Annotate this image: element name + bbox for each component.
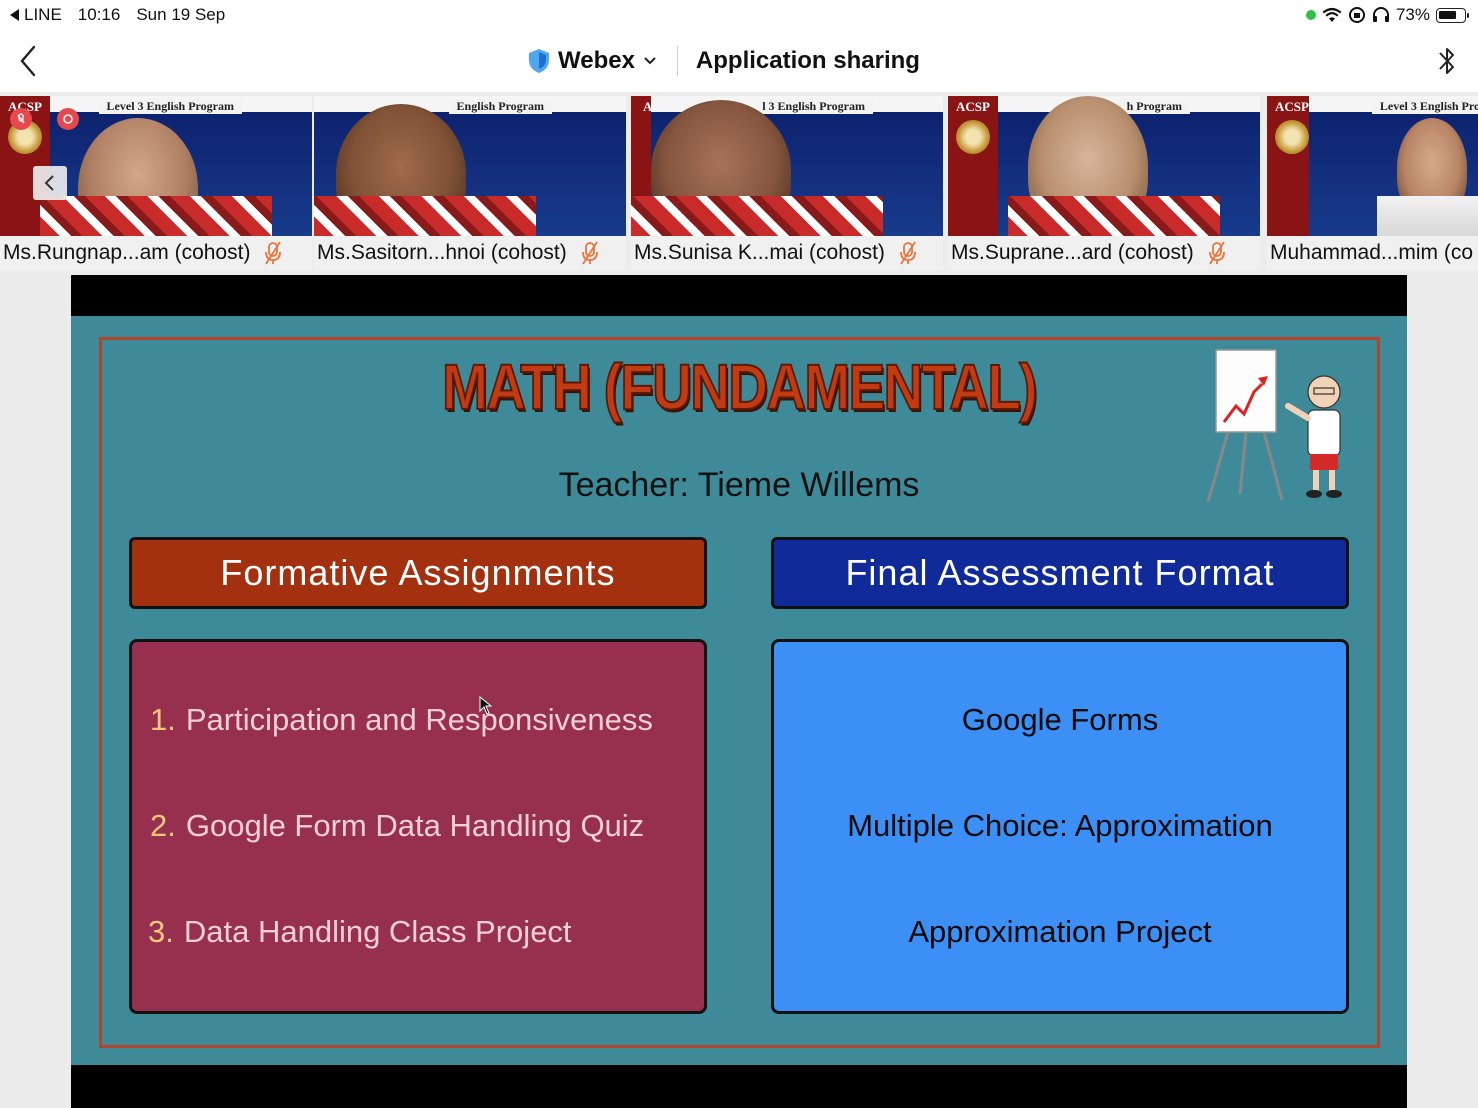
video-banner-text: Level 3 English Pro [1371,99,1478,114]
list-item: 3. Data Handling Class Project [148,914,572,949]
record-indicator-icon [57,108,79,130]
headphones-icon [1372,7,1389,22]
participant-name: Ms.Sunisa K...mai (cohost) [634,241,885,264]
list-item: Google Forms [961,702,1159,737]
chevron-down-icon [644,57,656,65]
status-bar: LINE 10:16 Sun 19 Sep 73% [0,0,1478,30]
video-banner-text: English Program [448,99,552,114]
status-date: Sun 19 Sep [136,5,226,24]
chevron-left-icon[interactable] [14,44,44,78]
video-banner-text: l 3 English Program [754,99,873,114]
list-item: 2. Google Form Data Handling Quiz [150,808,645,843]
mic-off-icon [1208,241,1225,265]
participant-video: ACSP Level 3 English Pro [1267,96,1478,236]
participant-video: English Program [314,96,626,236]
participant-tile[interactable]: ACSP h Program Ms.Suprane...ard (cohost) [948,96,1260,270]
final-assessment-header: Final Assessment Format [771,537,1349,609]
school-crest-icon [1275,120,1309,154]
bluetooth-icon[interactable] [1434,44,1460,78]
camera-indicator-icon [1305,10,1316,20]
nav-divider [676,46,678,76]
school-crest-icon [956,120,990,154]
presentation-slide: MATH (FUNDAMENTAL) Teacher: Tieme Willem… [71,316,1407,1065]
school-logo-text: ACSP [956,99,990,114]
mic-off-icon [900,241,916,265]
mic-off-icon [581,241,598,265]
participant-name: Ms.Suprane...ard (cohost) [951,241,1194,264]
school-logo-text: A [643,99,653,114]
back-app-label: LINE [24,5,62,24]
mouse-cursor-icon [479,696,493,715]
page-title: Application sharing [695,47,920,74]
status-time: 10:16 [77,5,121,24]
orientation-lock-icon [1348,7,1365,23]
battery-icon [1436,7,1469,23]
formative-assignments-header: Formative Assignments [129,537,707,609]
app-name: Webex [558,47,635,74]
strip-prev-button[interactable] [33,166,67,200]
wifi-icon [1322,7,1342,23]
list-item: Approximation Project [908,914,1212,949]
participant-tile[interactable]: ACSP Level 3 English Pro Muhammad...mim … [1267,96,1478,270]
shared-screen[interactable]: MATH (FUNDAMENTAL) Teacher: Tieme Willem… [71,275,1407,1108]
host-badge-icon [10,108,32,130]
participant-video: A l 3 English Program [631,96,943,236]
participant-video: ACSP h Program [948,96,1260,236]
list-item: 1. Participation and Responsiveness [150,702,653,737]
school-logo-text: ACSP [1275,99,1309,114]
back-to-app[interactable]: LINE [10,5,62,25]
back-triangle-icon [10,9,19,21]
participant-name: Ms.Rungnap...am (cohost) [3,241,251,264]
chevron-left-icon [44,175,54,191]
participant-strip: ACSP Level 3 English Program Ms.Rungnap.… [0,96,1478,270]
presenter-chart-clipart [1206,349,1342,503]
battery-percent: 73% [1395,5,1430,24]
participant-tile[interactable]: English Program Ms.Sasitorn...hnoi (coho… [314,96,626,270]
mic-off-icon [265,241,282,265]
app-switcher[interactable]: Webex [528,47,657,75]
shield-icon [529,49,549,73]
formative-assignments-list: 1. Participation and Responsiveness 2. Goo… [129,639,707,1014]
participant-name: Muhammad...mim (co [1270,241,1474,264]
nav-bar: Webex Application sharing [0,30,1478,92]
final-assessment-list: Google Forms Multiple Choice: Approximat… [771,639,1349,1014]
participant-name: Ms.Sasitorn...hnoi (cohost) [317,241,567,264]
video-banner-text: Level 3 English Program [98,99,242,114]
participant-tile[interactable]: A l 3 English Program Ms.Sunisa K...mai … [631,96,943,270]
slide-title: MATH (FUNDAMENTAL) [441,350,1038,424]
list-item: Multiple Choice: Approximation [847,808,1273,843]
video-banner-text: h Program [1118,99,1190,114]
